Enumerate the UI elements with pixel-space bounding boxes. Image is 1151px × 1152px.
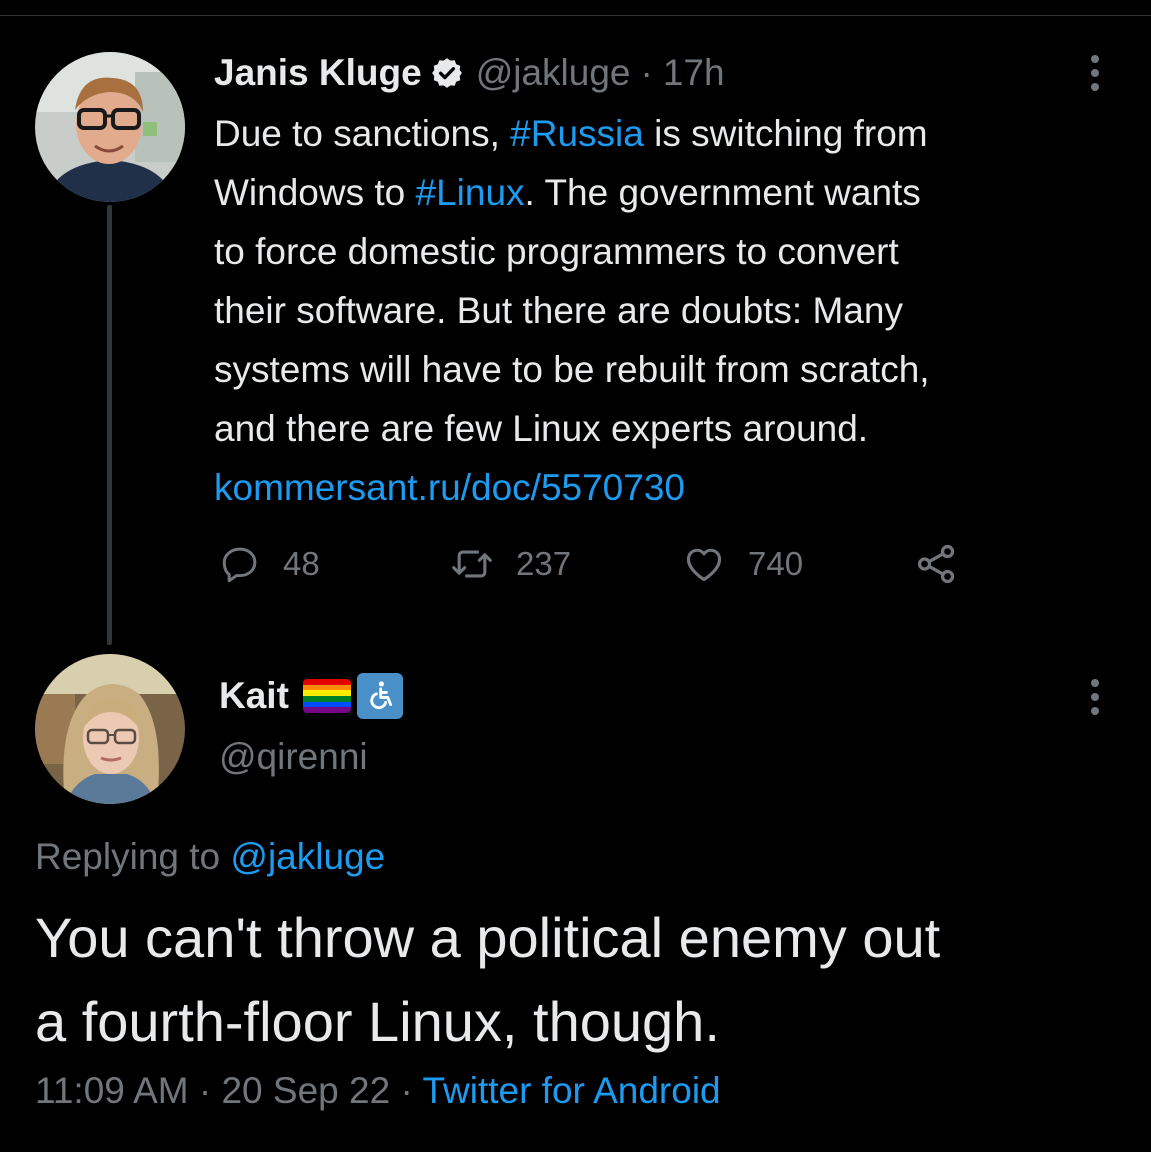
top-divider: [0, 0, 1151, 16]
like-count: 740: [748, 545, 804, 582]
reply-text: You can't throw a political enemy out a …: [35, 896, 940, 1064]
share-icon: [914, 541, 960, 587]
reply-source[interactable]: Twitter for Android: [422, 1070, 720, 1111]
tweet-text-line: systems will have to be rebuilt from scr…: [214, 349, 930, 390]
separator-dot: ·: [198, 1070, 212, 1111]
more-options-icon[interactable]: [1083, 48, 1107, 98]
replying-to-mention[interactable]: @jakluge: [230, 836, 385, 877]
tweet-text-line: to force domestic programmers to convert: [214, 231, 899, 272]
share-button[interactable]: [914, 536, 960, 592]
verified-badge-icon: [430, 56, 464, 90]
avatar-kait[interactable]: [35, 654, 185, 804]
reply-text-line: You can't throw a political enemy out: [35, 906, 941, 969]
thread-connector-line: [107, 205, 112, 645]
tweet-text-line: and there are few Linux experts around.: [214, 408, 869, 449]
more-options-icon[interactable]: [1083, 672, 1107, 722]
tweet-text-line: Due to sanctions, #Russia is switching f…: [214, 113, 928, 154]
heart-icon: [682, 542, 726, 586]
author-name[interactable]: Janis Kluge: [214, 52, 422, 94]
hashtag-russia[interactable]: #Russia: [510, 113, 644, 154]
retweet-icon: [450, 542, 494, 586]
reply-author-name[interactable]: Kait: [219, 675, 289, 717]
tweet-actions: 48 237 740: [214, 536, 974, 592]
rainbow-flag-emoji: [302, 679, 351, 713]
tweet-time[interactable]: 17h: [663, 52, 725, 94]
tweet-header: Janis Kluge @jakluge · 17h: [214, 48, 725, 98]
separator-dot: ·: [640, 52, 653, 93]
reply-button[interactable]: 48: [219, 536, 320, 592]
separator-dot: ·: [400, 1070, 413, 1111]
reply-date[interactable]: 20 Sep 22: [221, 1070, 390, 1111]
retweet-button[interactable]: 237: [450, 536, 571, 592]
retweet-count: 237: [516, 545, 572, 582]
manual-wheelchair-emoji: [356, 673, 403, 719]
author-handle[interactable]: @jakluge: [476, 52, 631, 94]
tweet-text-line: their software. But there are doubts: Ma…: [214, 290, 903, 331]
reply-author-handle[interactable]: @qirenni: [219, 736, 368, 778]
avatar-janis-kluge[interactable]: [35, 52, 185, 202]
tweet-text: Due to sanctions, #Russia is switching f…: [214, 104, 1119, 517]
tweet-text-line: Windows to #Linux. The government wants: [214, 172, 921, 213]
reply-icon: [219, 543, 261, 585]
article-link[interactable]: kommersant.ru/doc/5570730: [214, 467, 685, 508]
reply-text-line: a fourth-floor Linux, though.: [35, 990, 720, 1053]
like-button[interactable]: 740: [682, 536, 803, 592]
reply-author-row: Kait: [219, 668, 403, 724]
reply-time[interactable]: 11:09 AM: [35, 1070, 189, 1111]
reply-count: 48: [283, 545, 320, 582]
reply-meta: 11:09 AM · 20 Sep 22 · Twitter for Andro…: [35, 1070, 721, 1112]
hashtag-linux[interactable]: #Linux: [416, 172, 525, 213]
replying-to-line: Replying to @jakluge: [35, 836, 385, 878]
replying-to-label: Replying to: [35, 836, 221, 877]
